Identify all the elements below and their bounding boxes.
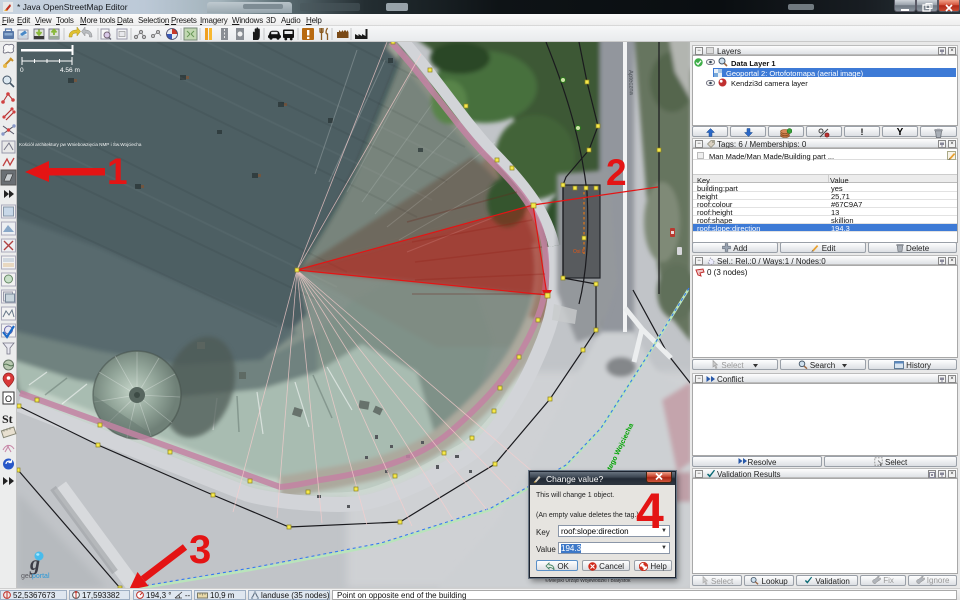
- svg-text:©Miejski Urząd Wojewódzki i Bi: ©Miejski Urząd Wojewódzki i Białystok: [545, 577, 631, 584]
- svg-text:Kościół architektury pw Wniebo: Kościół architektury pw Wniebowzięcia NM…: [19, 140, 142, 147]
- svg-text:St: St: [2, 412, 13, 426]
- svg-text:Osi 8: Osi 8: [573, 249, 585, 255]
- svg-text:0: 0: [20, 67, 24, 74]
- svg-text:1: 1: [107, 151, 128, 192]
- svg-text:2: 2: [606, 152, 627, 193]
- svg-text:O: O: [5, 394, 12, 404]
- svg-text:portal: portal: [32, 573, 50, 580]
- svg-text:Apteczna: Apteczna: [627, 70, 634, 96]
- svg-text:4.56 m: 4.56 m: [60, 67, 80, 74]
- svg-text:3: 3: [189, 528, 211, 572]
